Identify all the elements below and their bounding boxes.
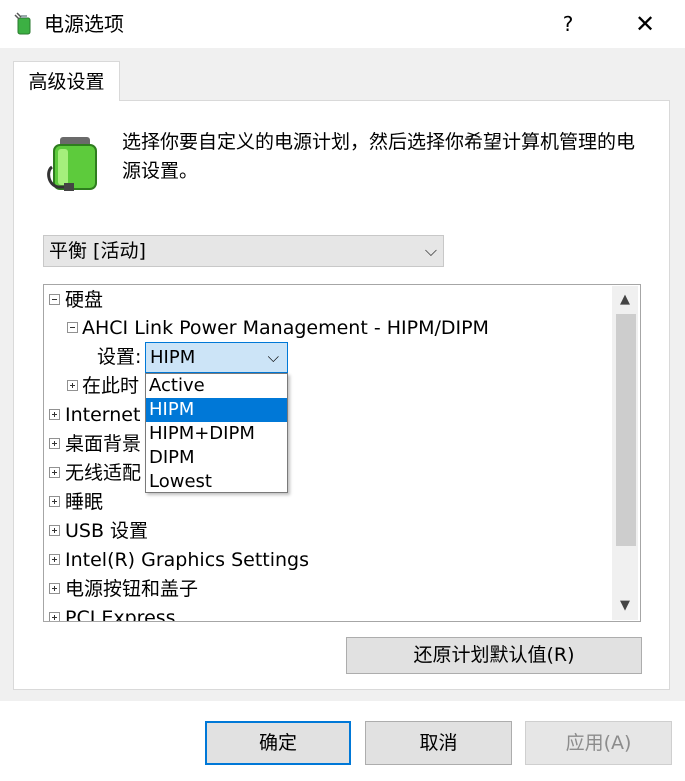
tree-item-sleep[interactable]: 睡眠	[65, 488, 103, 516]
scrollbar-thumb[interactable]	[616, 314, 636, 546]
chevron-down-icon: ⌵	[424, 241, 437, 260]
tab-advanced-settings[interactable]: 高级设置	[13, 61, 120, 101]
tree-item-internet[interactable]: Internet	[65, 401, 140, 429]
settings-tree[interactable]: 硬盘 AHCI Link Power Management - HIPM/DIP…	[43, 284, 641, 622]
setting-select-value: HIPM	[150, 347, 196, 368]
tree-item-turn-off-after[interactable]: 在此时	[82, 372, 139, 400]
tree-item-wireless-adapter[interactable]: 无线适配	[65, 459, 141, 487]
chevron-up-icon[interactable]: ▲	[612, 286, 638, 314]
expand-icon[interactable]	[49, 554, 60, 565]
setting-dropdown-list[interactable]: Active HIPM HIPM+DIPM DIPM Lowest	[145, 373, 288, 493]
expand-icon[interactable]	[49, 612, 60, 621]
tree-item-power-buttons[interactable]: 电源按钮和盖子	[65, 575, 198, 603]
power-options-app-icon	[12, 12, 36, 36]
ok-button[interactable]: 确定	[205, 721, 351, 765]
chevron-down-icon[interactable]: ▼	[612, 592, 638, 620]
apply-button[interactable]: 应用(A)	[525, 721, 672, 765]
help-button[interactable]: ?	[552, 8, 584, 40]
expand-icon[interactable]	[49, 409, 60, 420]
vertical-scrollbar[interactable]: ▲ ▼	[612, 286, 638, 620]
close-button[interactable]: ✕	[628, 8, 662, 40]
tree-item-usb[interactable]: USB 设置	[65, 517, 148, 545]
expand-icon[interactable]	[49, 525, 60, 536]
dropdown-option[interactable]: Lowest	[146, 470, 287, 494]
collapse-icon[interactable]	[49, 294, 60, 305]
expand-icon[interactable]	[49, 467, 60, 478]
power-plan-select[interactable]: 平衡 [活动] ⌵	[43, 235, 444, 267]
dropdown-option-selected[interactable]: HIPM	[146, 398, 287, 422]
description-text: 选择你要自定义的电源计划，然后选择你希望计算机管理的电源设置。	[122, 131, 636, 182]
expand-icon[interactable]	[67, 380, 78, 391]
dropdown-option[interactable]: DIPM	[146, 446, 287, 470]
power-plan-value: 平衡 [活动]	[49, 240, 146, 262]
restore-defaults-button[interactable]: 还原计划默认值(R)	[346, 637, 642, 674]
cancel-button[interactable]: 取消	[365, 721, 512, 765]
dropdown-option[interactable]: HIPM+DIPM	[146, 422, 287, 446]
setting-label: 设置:	[97, 346, 142, 368]
expand-icon[interactable]	[49, 496, 60, 507]
tree-item-intel-graphics[interactable]: Intel(R) Graphics Settings	[65, 546, 309, 574]
setting-select[interactable]: HIPM ⌵	[145, 342, 288, 373]
collapse-icon[interactable]	[67, 322, 78, 333]
expand-icon[interactable]	[49, 583, 60, 594]
window-title: 电源选项	[44, 12, 124, 36]
chevron-down-icon: ⌵	[267, 348, 279, 366]
tree-item-hard-disk[interactable]: 硬盘	[65, 286, 103, 314]
battery-plug-icon	[46, 131, 106, 195]
tree-item-desktop-background[interactable]: 桌面背景	[65, 430, 141, 458]
dropdown-option[interactable]: Active	[146, 374, 287, 398]
tree-item-pci-express[interactable]: PCI Express	[65, 604, 176, 621]
tree-item-ahci[interactable]: AHCI Link Power Management - HIPM/DIPM	[82, 314, 489, 342]
expand-icon[interactable]	[49, 438, 60, 449]
